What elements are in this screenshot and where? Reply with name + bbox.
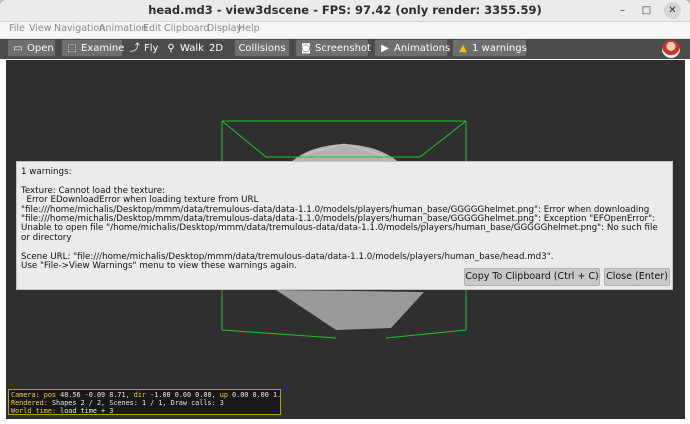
fly-icon: ⤴ bbox=[130, 43, 140, 54]
world-time-line: World time: load time + 3 bbox=[11, 407, 114, 415]
menu-help[interactable]: Help bbox=[238, 23, 260, 34]
screenshot-button[interactable]: ◙ Screenshot bbox=[295, 39, 371, 57]
walk-button[interactable]: ⚲ Walk bbox=[160, 39, 204, 57]
animations-button[interactable]: ▶ Animations bbox=[374, 39, 450, 57]
app-window: head.md3 - view3dscene - FPS: 97.42 (onl… bbox=[0, 0, 690, 424]
menu-file[interactable]: File bbox=[9, 23, 25, 34]
close-icon[interactable]: ✕ bbox=[664, 2, 681, 19]
warning-icon: ▲ bbox=[459, 43, 467, 54]
rendered-line: Rendered: Shapes 2 / 2, Scenes: 1 / 1, D… bbox=[11, 399, 224, 407]
copy-to-clipboard-button[interactable]: Copy To Clipboard (Ctrl + C) bbox=[464, 268, 600, 286]
menu-display[interactable]: Display bbox=[207, 23, 242, 34]
maximize-icon[interactable]: □ bbox=[638, 2, 655, 19]
fly-button[interactable]: ⤴ Fly bbox=[124, 39, 160, 57]
avatar[interactable] bbox=[662, 40, 680, 58]
cube-icon: ⬚ bbox=[67, 43, 77, 54]
collisions-button[interactable]: Collisions bbox=[234, 39, 290, 57]
2d-button[interactable]: 2D bbox=[204, 39, 228, 57]
menu-edit[interactable]: Edit bbox=[143, 23, 161, 34]
status-overlay: Camera: pos 48.56 -0.09 8.71, dir -1.00 … bbox=[8, 389, 281, 415]
close-dialog-button[interactable]: Close (Enter) bbox=[604, 268, 670, 286]
warnings-dialog: 1 warnings: Texture: Cannot load the tex… bbox=[16, 161, 673, 290]
folder-icon: ▭ bbox=[13, 43, 23, 54]
menu-bar: File View Navigation Animation Edit Clip… bbox=[0, 22, 690, 39]
menu-view[interactable]: View bbox=[29, 23, 52, 34]
minimize-icon[interactable]: – bbox=[614, 2, 631, 19]
menu-clipboard[interactable]: Clipboard bbox=[164, 23, 209, 34]
warnings-message: 1 warnings: Texture: Cannot load the tex… bbox=[21, 167, 669, 272]
warnings-button[interactable]: ▲ 1 warnings bbox=[452, 39, 527, 57]
examine-button[interactable]: ⬚ Examine bbox=[61, 39, 124, 57]
hint-line: Use "File->View Warnings" menu to view t… bbox=[21, 261, 297, 272]
play-icon: ▶ bbox=[381, 43, 389, 54]
message-line: or directory bbox=[21, 232, 72, 243]
walk-icon: ⚲ bbox=[167, 43, 175, 54]
open-button[interactable]: ▭ Open bbox=[7, 39, 56, 57]
title-bar[interactable]: head.md3 - view3dscene - FPS: 97.42 (onl… bbox=[0, 0, 690, 22]
camera-icon: ◙ bbox=[301, 43, 311, 54]
menu-navigation[interactable]: Navigation bbox=[54, 23, 105, 34]
warnings-heading: 1 warnings: bbox=[21, 167, 72, 177]
menu-animation[interactable]: Animation bbox=[99, 23, 147, 34]
camera-line: Camera: pos 48.56 -0.09 8.71, dir -1.00 … bbox=[11, 391, 281, 399]
window-title: head.md3 - view3dscene - FPS: 97.42 (onl… bbox=[148, 3, 542, 17]
message-line: Unable to open file "/home/michalis/Desk… bbox=[21, 223, 658, 234]
toolbar: ▭ Open ⬚ Examine ⤴ Fly ⚲ Walk 2D Collisions … bbox=[0, 39, 690, 59]
